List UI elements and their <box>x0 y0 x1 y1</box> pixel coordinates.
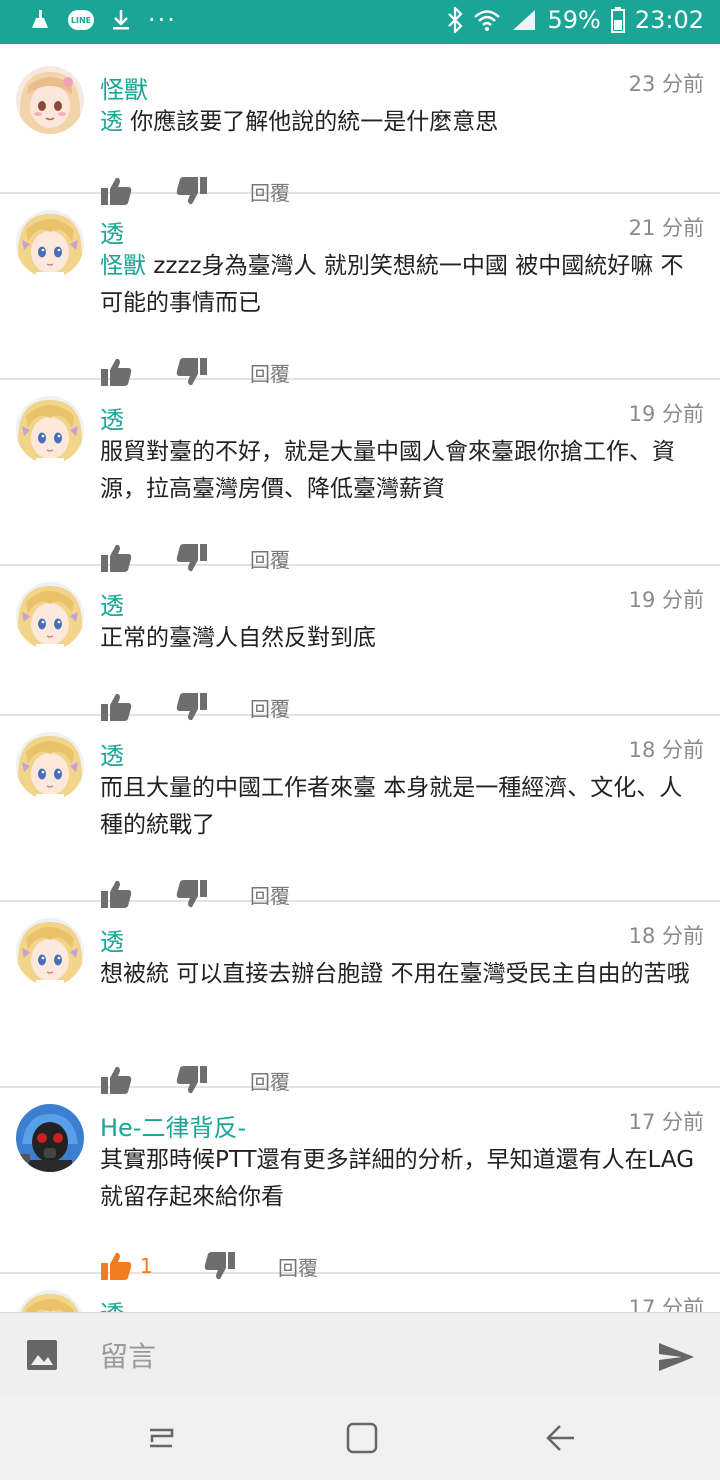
avatar[interactable] <box>16 582 84 650</box>
avatar[interactable] <box>16 1290 84 1312</box>
comment-text: 其實那時候PTT還有更多詳細的分析，早知道還有人在LAG就留存起來給你看 <box>100 1142 700 1216</box>
comment-time: 18 分前 <box>628 738 704 762</box>
comment-body: 而且大量的中國工作者來臺 本身就是一種經濟、文化、人種的統戰了 <box>100 775 683 838</box>
comment-author[interactable]: 怪獸 <box>100 70 148 105</box>
comment-body: 想被統 可以直接去辦台胞證 不用在臺灣受民主自由的苦哦 <box>100 961 690 987</box>
comment-text: 透 你應該要了解他說的統一是什麼意思 <box>100 104 700 141</box>
comment-body: zzzz身為臺灣人 就別笑想統一中國 被中國統好嘛 不可能的事情而已 <box>100 253 684 316</box>
comment-body: 其實那時候PTT還有更多詳細的分析，早知道還有人在LAG就留存起來給你看 <box>100 1147 695 1210</box>
recent-apps-icon[interactable] <box>142 1420 182 1456</box>
navigation-bar <box>0 1398 720 1480</box>
bluetooth-icon <box>448 7 464 33</box>
comment-text: 服貿對臺的不好，就是大量中國人會來臺跟你搶工作、資源，拉高臺灣房價、降低臺灣薪資 <box>100 434 700 508</box>
comment-item[interactable]: 透 17 分前 <box>0 1274 720 1312</box>
back-icon[interactable] <box>542 1420 582 1456</box>
signal-icon <box>513 10 536 30</box>
comment-time: 23 分前 <box>628 72 704 96</box>
comment-author[interactable]: 透 <box>100 214 124 249</box>
comment-time: 19 分前 <box>628 402 704 426</box>
comment-time: 17 分前 <box>628 1110 704 1134</box>
more-notifications-indicator: ··· <box>148 6 177 34</box>
comment-mention[interactable]: 透 <box>100 109 123 135</box>
comment-item[interactable]: He-二律背反- 17 分前其實那時候PTT還有更多詳細的分析，早知道還有人在LA… <box>0 1088 720 1280</box>
home-icon[interactable] <box>342 1420 382 1456</box>
clock: 23:02 <box>634 6 704 34</box>
comment-mention[interactable]: 怪獸 <box>100 253 146 279</box>
comment-time: 17 分前 <box>628 1296 704 1312</box>
system-status: 59% 23:02 <box>447 6 704 34</box>
comment-text: 正常的臺灣人自然反對到底 <box>100 620 700 657</box>
comment-item[interactable]: 透 18 分前 而且大量的中國工作者來臺 本身就是一種經濟、文化、人種的統戰了 回覆 <box>0 716 720 908</box>
comment-body: 正常的臺灣人自然反對到底 <box>100 625 376 651</box>
avatar[interactable] <box>16 918 84 986</box>
comment-text: 而且大量的中國工作者來臺 本身就是一種經濟、文化、人種的統戰了 <box>100 770 700 844</box>
comment-author[interactable]: 透 <box>100 736 124 771</box>
battery-icon <box>610 7 625 33</box>
line-icon: LINE <box>68 10 94 30</box>
comment-input[interactable] <box>100 1331 620 1381</box>
comment-body: 服貿對臺的不好，就是大量中國人會來臺跟你搶工作、資源，拉高臺灣房價、降低臺灣薪資 <box>100 439 675 502</box>
comment-text: 想被統 可以直接去辦台胞證 不用在臺灣受民主自由的苦哦 <box>100 956 700 993</box>
avatar[interactable] <box>16 732 84 800</box>
image-icon[interactable] <box>26 1339 58 1371</box>
status-bar: LINE ··· 59% 23:02 <box>0 0 720 44</box>
send-icon[interactable] <box>656 1337 696 1377</box>
avatar[interactable] <box>16 66 84 134</box>
avatar[interactable] <box>16 396 84 464</box>
comment-item[interactable]: 怪獸 23 分前透 你應該要了解他說的統一是什麼意思 回覆 <box>0 44 720 205</box>
comment-time: 19 分前 <box>628 588 704 612</box>
comment-author[interactable]: 透 <box>100 922 124 957</box>
avatar[interactable] <box>16 1104 84 1172</box>
cleaner-icon <box>32 10 48 28</box>
comment-list[interactable]: 怪獸 23 分前透 你應該要了解他說的統一是什麼意思 回覆透 21 分前 怪獸 zzzz… <box>0 44 720 1312</box>
comment-item[interactable]: 透 19 分前服貿對臺的不好，就是大量中國人會來臺跟你搶工作、資源，拉高臺灣房價、… <box>0 380 720 572</box>
avatar[interactable] <box>16 210 84 278</box>
comment-time: 21 分前 <box>628 216 704 240</box>
comment-author[interactable]: He-二律背反- <box>100 1108 246 1143</box>
comment-author[interactable]: 透 <box>100 400 124 435</box>
comment-author[interactable]: 透 <box>100 1294 124 1312</box>
comment-author[interactable]: 透 <box>100 586 124 621</box>
battery-percent: 59% <box>547 6 601 34</box>
comment-input-bar <box>0 1312 720 1398</box>
comment-item[interactable]: 透 21 分前怪獸 zzzz身為臺灣人 就別笑想統一中國 被中國統好嘛 不可能的事… <box>0 194 720 386</box>
comment-item[interactable]: 透 18 分前 想被統 可以直接去辦台胞證 不用在臺灣受民主自由的苦哦 回覆 <box>0 902 720 1094</box>
download-icon <box>113 10 129 30</box>
comment-body: 你應該要了解他說的統一是什麼意思 <box>123 109 499 135</box>
comment-time: 18 分前 <box>628 924 704 948</box>
comment-text: 怪獸 zzzz身為臺灣人 就別笑想統一中國 被中國統好嘛 不可能的事情而已 <box>100 248 700 322</box>
wifi-icon <box>474 10 501 31</box>
comment-item[interactable]: 透 19 分前 正常的臺灣人自然反對到底 回覆 <box>0 566 720 721</box>
notification-icons: LINE ··· <box>28 6 177 34</box>
